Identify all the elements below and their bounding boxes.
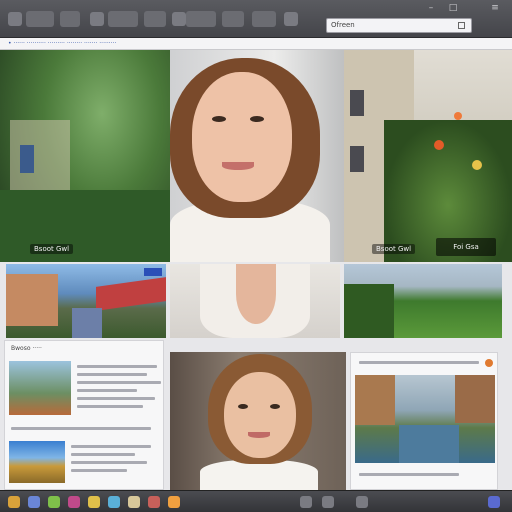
photo-caption: Bsoot Gwl — [372, 244, 416, 254]
flower-photo-right[interactable]: Bsoot Gwl Foi Gsa — [344, 50, 512, 262]
text-line — [71, 445, 151, 448]
text-line — [359, 361, 479, 364]
window-shape — [350, 90, 364, 116]
toolbar-button-5[interactable] — [186, 11, 216, 27]
maximize-icon[interactable]: □ — [446, 2, 460, 14]
reload-icon[interactable] — [90, 12, 104, 26]
text-line — [71, 453, 135, 456]
tray-icon[interactable] — [488, 496, 500, 508]
garden-photo-left[interactable]: Bsoot Gwl — [0, 50, 170, 262]
text-line — [77, 373, 147, 376]
street-photo[interactable] — [6, 264, 166, 338]
taskbar-app-icon[interactable] — [68, 496, 80, 508]
taskbar-app-icon[interactable] — [128, 496, 140, 508]
taskbar-app-icon[interactable] — [168, 496, 180, 508]
building-shape — [355, 375, 395, 425]
taskbar-app-icon[interactable] — [322, 496, 334, 508]
face-shape — [192, 72, 292, 202]
eye-left — [238, 404, 248, 409]
home-icon[interactable] — [172, 12, 186, 26]
thumbnail-image[interactable] — [9, 361, 71, 415]
back-icon[interactable] — [8, 12, 22, 26]
mouth-shape — [248, 432, 270, 438]
eye-right — [270, 404, 280, 409]
browser-window: Ofreen – □ ≡ • ······ ·········· ·······… — [0, 0, 512, 512]
star-icon[interactable] — [284, 12, 298, 26]
flower-dot — [454, 112, 462, 120]
taskbar-app-icon[interactable] — [356, 496, 368, 508]
window-shape — [350, 146, 364, 172]
face-shape — [224, 372, 296, 458]
top-toolbar: Ofreen – □ ≡ — [0, 0, 512, 38]
text-line — [77, 381, 161, 384]
flower-dot — [472, 160, 482, 170]
road-shape — [72, 308, 102, 338]
building-shape — [10, 120, 70, 200]
text-line — [71, 469, 127, 472]
skin-shape — [236, 264, 276, 324]
hills-photo[interactable] — [344, 264, 502, 338]
flower-dot — [434, 140, 444, 150]
toolbar-button-7[interactable] — [252, 11, 276, 27]
minimize-icon[interactable]: – — [424, 2, 438, 14]
window-shape — [20, 145, 34, 173]
roof-shape — [96, 277, 166, 311]
thumbnail-image[interactable] — [9, 441, 65, 483]
photo-caption-2: Foi Gsa — [436, 238, 496, 256]
menu-icon[interactable]: ≡ — [488, 2, 502, 14]
taskbar-app-icon[interactable] — [48, 496, 60, 508]
photo-caption: Bsoot Gwl — [30, 244, 74, 254]
address-text: Ofreen — [331, 21, 355, 29]
tree-shape — [344, 284, 394, 338]
text-line — [71, 461, 147, 464]
taskbar — [0, 490, 512, 512]
status-dot — [485, 359, 493, 367]
text-line — [77, 389, 137, 392]
taskbar-app-icon[interactable] — [88, 496, 100, 508]
portrait-photo-second[interactable] — [170, 352, 346, 490]
taskbar-app-icon[interactable] — [300, 496, 312, 508]
toolbar-button-1[interactable] — [26, 11, 54, 27]
article-panel: Bwoso ····· — [4, 340, 164, 490]
bookmark-bar[interactable]: • ······ ·········· ········· ········ ·… — [0, 38, 512, 50]
go-icon[interactable] — [458, 22, 465, 29]
eye-right — [250, 116, 264, 122]
panel-header: Bwoso ····· — [11, 345, 42, 352]
text-line — [77, 397, 155, 400]
river-photo[interactable] — [355, 375, 495, 463]
toolbar-button-4[interactable] — [144, 11, 166, 27]
building-shape — [6, 274, 58, 326]
taskbar-app-icon[interactable] — [148, 496, 160, 508]
shirt-shape — [200, 460, 318, 490]
text-line — [359, 473, 459, 476]
taskbar-app-icon[interactable] — [108, 496, 120, 508]
address-bar[interactable]: Ofreen — [326, 18, 472, 33]
portrait-photo-main[interactable] — [170, 50, 344, 262]
text-line — [11, 427, 151, 430]
mouth-shape — [222, 162, 254, 170]
water-shape — [399, 425, 459, 463]
toolbar-button-6[interactable] — [222, 11, 244, 27]
text-line — [77, 405, 143, 408]
building-shape — [455, 375, 495, 423]
toolbar-button-3[interactable] — [108, 11, 138, 27]
taskbar-app-icon[interactable] — [28, 496, 40, 508]
toolbar-button-2[interactable] — [60, 11, 80, 27]
badge-shape — [144, 268, 162, 276]
eye-left — [212, 116, 226, 122]
hedge-shape — [0, 190, 170, 262]
start-icon[interactable] — [8, 496, 20, 508]
text-line — [77, 365, 157, 368]
river-panel — [350, 352, 498, 490]
portrait-photo-crop[interactable] — [170, 264, 340, 338]
